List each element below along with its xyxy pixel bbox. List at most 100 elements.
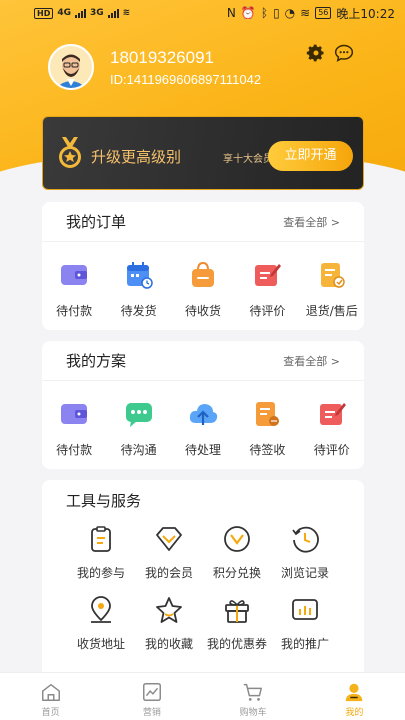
plans-header: 我的方案 查看全部 > [42, 341, 364, 381]
tab-label: 首页 [41, 708, 60, 718]
network-4g-icon: 4G [57, 8, 71, 18]
chart-icon [292, 599, 318, 620]
tool-my-participation[interactable]: 我的参与 [67, 524, 135, 581]
tab-mine[interactable]: 我的 [314, 673, 394, 720]
home-icon [41, 683, 60, 701]
plan-label: 待付款 [56, 443, 93, 457]
data-saver-icon: ◔ [284, 6, 296, 20]
plan-label: 待沟通 [120, 443, 157, 457]
tool-browse-history[interactable]: 浏览记录 [271, 524, 339, 581]
vibrate-icon: ▯ [273, 6, 280, 20]
tool-my-membership[interactable]: 我的会员 [135, 524, 203, 581]
bag-icon [191, 261, 214, 287]
order-pending-receipt[interactable]: 待收货 [171, 260, 235, 319]
trend-icon [142, 683, 161, 701]
order-label: 退货/售后 [305, 304, 358, 318]
status-left: HD 4G 3G ≋ [34, 7, 131, 19]
wallet-icon [61, 404, 88, 424]
status-bar: HD 4G 3G ≋ N ⏰ ᛒ ▯ ◔ ≋ 56 晚上10:22 [0, 0, 405, 26]
tab-bar: 首页 营销 购物车 我的 [0, 672, 405, 720]
check-circle-icon [224, 526, 250, 552]
medal-icon [59, 137, 81, 168]
order-label: 待发货 [120, 304, 157, 318]
tab-home[interactable]: 首页 [11, 673, 91, 720]
tool-label: 我的优惠券 [206, 637, 267, 651]
order-label: 待付款 [56, 304, 93, 318]
plan-pending-review[interactable]: 待评价 [300, 399, 364, 458]
network-3g-icon: 3G [90, 8, 104, 18]
review-icon [319, 403, 346, 425]
orders-row: 待付款 待发货 待收货 待评价 退货/售后 [42, 242, 364, 319]
tool-label: 我的参与 [76, 566, 125, 580]
plan-pending-payment[interactable]: 待付款 [42, 399, 106, 458]
calendar-icon [126, 262, 153, 289]
plan-label: 待评价 [313, 443, 350, 457]
tool-shipping-address[interactable]: 收货地址 [67, 595, 135, 652]
profile-icon [346, 683, 363, 702]
gear-icon[interactable] [306, 43, 326, 63]
alarm-icon: ⏰ [240, 6, 256, 20]
orders-title: 我的订单 [66, 213, 127, 231]
plan-pending-processing[interactable]: 待处理 [171, 399, 235, 458]
diamond-icon [156, 527, 182, 551]
order-pending-payment[interactable]: 待付款 [42, 260, 106, 319]
vip-banner[interactable]: 升级更高级别 享十大会员权益 立即开通 [42, 116, 364, 190]
order-label: 待评价 [249, 304, 286, 318]
orders-header: 我的订单 查看全部 > [42, 202, 364, 242]
avatar[interactable] [48, 44, 94, 90]
review-icon [255, 264, 282, 286]
tools-header: 工具与服务 [42, 480, 364, 520]
wallet-icon [61, 265, 88, 285]
tab-marketing[interactable]: 营销 [112, 673, 192, 720]
user-id: ID:1411969606897111042 [110, 72, 262, 87]
cloud-upload-icon [189, 404, 218, 425]
plan-label: 待处理 [184, 443, 221, 457]
tools-grid: 我的参与 我的会员 积分兑换 浏览记录 收货地址 我的收藏 我的优惠券 我的推广 [42, 520, 364, 652]
avatar-image [50, 46, 92, 88]
plan-pending-communication[interactable]: 待沟通 [107, 399, 171, 458]
message-icon [125, 403, 152, 427]
tools-card: 工具与服务 我的参与 我的会员 积分兑换 浏览记录 收货地址 我的收藏 我的优惠… [42, 480, 364, 680]
tool-label: 我的收藏 [144, 637, 193, 651]
tool-label: 收货地址 [76, 637, 125, 651]
order-pending-review[interactable]: 待评价 [235, 260, 299, 319]
orders-card: 我的订单 查看全部 > 待付款 待发货 待收货 待评价 退货/售后 [42, 202, 364, 330]
tab-label: 我的 [345, 708, 364, 718]
signal-icon [75, 8, 86, 18]
tool-my-coupons[interactable]: 我的优惠券 [203, 595, 271, 652]
vip-open-button[interactable]: 立即开通 [268, 141, 353, 171]
tool-points-exchange[interactable]: 积分兑换 [203, 524, 271, 581]
clipboard-icon [91, 526, 111, 552]
cart-icon [243, 683, 263, 701]
vip-title: 升级更高级别 [91, 148, 182, 166]
tool-my-promotion[interactable]: 我的推广 [271, 595, 339, 652]
tab-label: 营销 [142, 708, 161, 718]
refund-icon [320, 263, 345, 288]
order-refund-aftersale[interactable]: 退货/售后 [300, 260, 364, 319]
order-label: 待收货 [184, 304, 221, 318]
orders-view-all-link[interactable]: 查看全部 > [283, 214, 340, 230]
plans-title: 我的方案 [66, 352, 127, 370]
message-icon[interactable] [334, 43, 354, 63]
wifi-icon: ≋ [122, 8, 131, 18]
tool-label: 积分兑换 [212, 566, 261, 580]
star-icon [156, 597, 182, 623]
tool-label: 我的会员 [144, 566, 193, 580]
order-pending-shipment[interactable]: 待发货 [107, 260, 171, 319]
location-icon [91, 596, 111, 623]
tool-label: 我的推广 [280, 637, 329, 651]
battery-icon: 56 [315, 7, 332, 19]
bluetooth-icon: ᛒ [260, 6, 269, 20]
user-phone: 18019326091 [110, 48, 215, 67]
tab-cart[interactable]: 购物车 [213, 673, 293, 720]
tool-my-favorites[interactable]: 我的收藏 [135, 595, 203, 652]
plans-row: 待付款 待沟通 待处理 待签收 待评价 [42, 381, 364, 458]
plans-view-all-link[interactable]: 查看全部 > [283, 353, 340, 369]
plans-card: 我的方案 查看全部 > 待付款 待沟通 待处理 待签收 待评价 [42, 341, 364, 469]
tools-title: 工具与服务 [66, 491, 142, 510]
signal-icon-2 [107, 8, 119, 18]
plan-pending-signoff[interactable]: 待签收 [235, 399, 299, 458]
tab-label: 购物车 [239, 708, 267, 718]
nfc-icon: N [226, 6, 236, 20]
wifi-status-icon: ≋ [300, 6, 311, 20]
